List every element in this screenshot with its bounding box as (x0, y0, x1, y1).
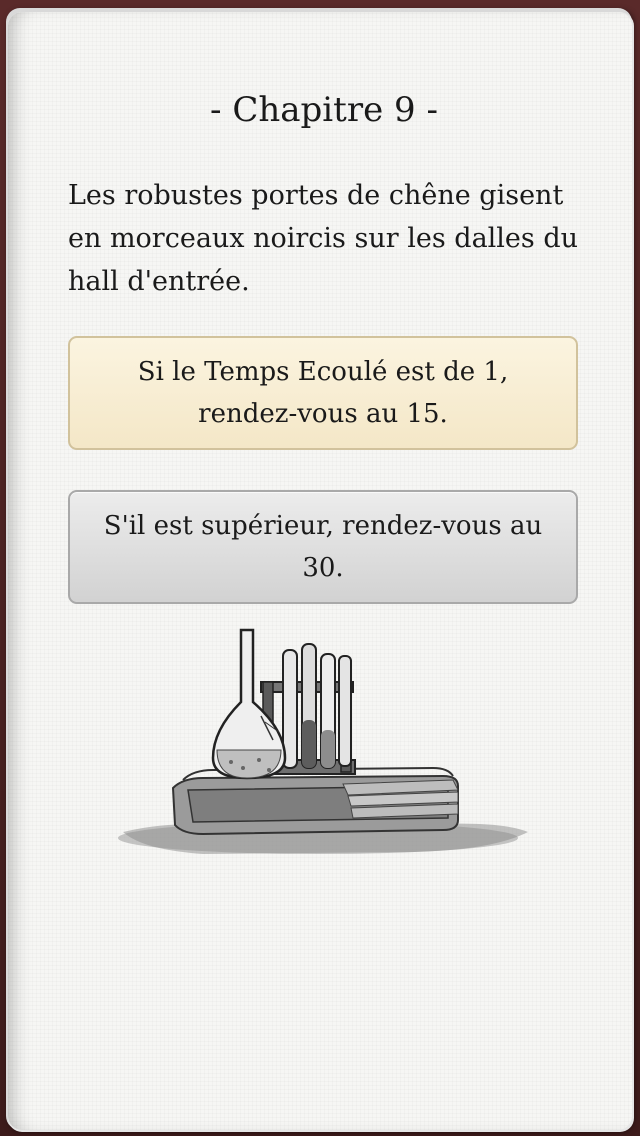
page-stack: - Chapitre 9 - Les robustes portes de ch… (6, 8, 634, 1132)
choice-label-1: Si le Temps Ecoulé est de 1, rendez-vous… (137, 357, 509, 429)
choice-button-2[interactable]: S'il est supérieur, rendez-vous au 30. (68, 490, 578, 604)
choice-label-2: S'il est supérieur, rendez-vous au 30. (103, 511, 543, 583)
alchemy-book-flask-illustration (118, 628, 528, 854)
book-frame: - Chapitre 9 - Les robustes portes de ch… (0, 0, 640, 1136)
chapter-title: - Chapitre 9 - (210, 90, 438, 130)
page-stack-inner: - Chapitre 9 - Les robustes portes de ch… (8, 12, 634, 1132)
book-page: - Chapitre 9 - Les robustes portes de ch… (8, 12, 632, 1130)
choice-button-1[interactable]: Si le Temps Ecoulé est de 1, rendez-vous… (68, 336, 578, 450)
narrative-text: Les robustes portes de chêne gisent en m… (68, 180, 579, 297)
